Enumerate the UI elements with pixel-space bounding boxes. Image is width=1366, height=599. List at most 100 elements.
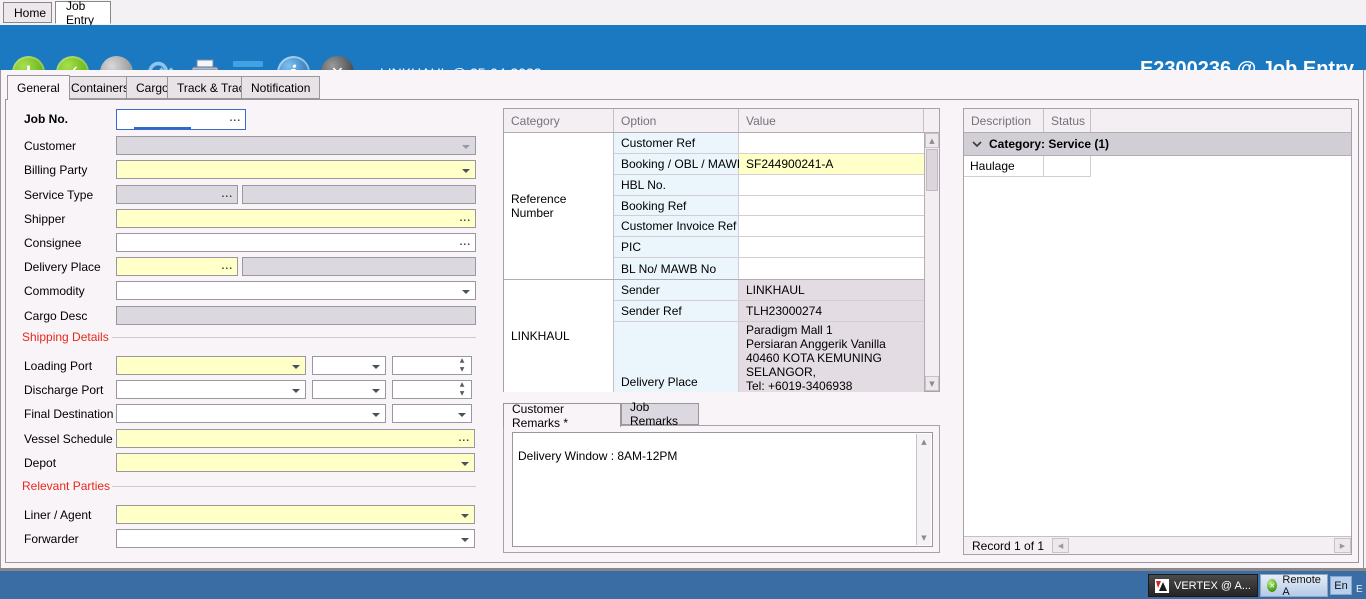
ellipsis-button[interactable]: ...	[459, 430, 470, 447]
value-cell[interactable]	[739, 133, 924, 153]
taskbar-button-remote[interactable]: ✕ Remote A	[1260, 574, 1328, 598]
tab-job-remarks[interactable]: Job Remarks	[621, 400, 699, 428]
column-header-status[interactable]: Status	[1044, 109, 1091, 132]
table-scrollbar[interactable]: ▲ ▼	[924, 133, 939, 391]
value-cell[interactable]	[739, 258, 924, 279]
category-cell: Reference Number	[504, 133, 614, 279]
service-row[interactable]: Haulage	[964, 156, 1351, 177]
toolbar: + ✓ − ⟳ i ✕ LINKHAUL @ 25-04-2023 E23002…	[0, 25, 1366, 91]
language-indicator-small[interactable]: E	[1356, 584, 1363, 595]
nav-right-icon[interactable]: ▶	[1334, 538, 1351, 553]
discharge-port-select[interactable]	[116, 380, 306, 399]
service-status-cell[interactable]	[1044, 156, 1091, 177]
value-cell[interactable]: SF244900241-A	[739, 153, 924, 174]
commodity-label: Commodity	[24, 284, 85, 298]
service-group-row[interactable]: Category: Service (1)	[964, 133, 1351, 156]
column-header-category[interactable]: Category	[504, 109, 614, 132]
billing-party-select[interactable]: DZIN FREIGHT SDN BHD	[116, 160, 476, 179]
loading-port-time-spinner[interactable]: 00:00 ▲▼	[392, 356, 472, 375]
table-group-linkhaul: LINKHAUL Sender LINKHAUL Sender Ref TLH230…	[504, 280, 924, 392]
spin-down-icon[interactable]: ▼	[460, 367, 465, 373]
chevron-down-icon	[462, 169, 470, 173]
column-header-option[interactable]: Option	[614, 109, 739, 132]
discharge-port-date-select[interactable]	[312, 380, 386, 399]
customer-remarks-textarea[interactable]: Delivery Window : 8AM-12PM ▲ ▼	[512, 432, 933, 547]
taskbar-button-vertex[interactable]: VERTEX @ A...	[1148, 574, 1258, 597]
discharge-port-time-spinner[interactable]: 00:00 ▲▼	[392, 380, 472, 399]
delivery-place-code-field[interactable]: P01069 ...	[116, 257, 238, 276]
value-cell: TLH23000274	[739, 301, 924, 321]
spin-up-icon[interactable]: ▲	[460, 382, 465, 388]
scrollbar-thumb[interactable]	[926, 149, 938, 191]
forwarder-select[interactable]	[116, 529, 475, 548]
ellipsis-button[interactable]: ...	[222, 186, 233, 203]
value-cell[interactable]	[739, 216, 924, 237]
table-group-reference-number: Reference Number Customer Ref Booking / …	[504, 133, 924, 280]
service-description-cell[interactable]: Haulage	[964, 156, 1044, 177]
billing-party-label: Billing Party	[24, 163, 88, 177]
tab-general[interactable]: General	[7, 75, 70, 100]
remote-admin-icon: ✕	[1267, 579, 1278, 592]
delivery-place-label: Delivery Place	[24, 260, 101, 274]
service-type-code-field[interactable]: ROUND TRIP (E) ...	[116, 185, 238, 204]
table-row: Customer Ref	[614, 133, 924, 154]
scroll-down-icon[interactable]: ▼	[925, 376, 939, 391]
window-tab-home[interactable]: Home	[3, 2, 52, 23]
window-tab-job-entry[interactable]: Job Entry	[55, 0, 111, 27]
ellipsis-button[interactable]: ...	[460, 234, 471, 251]
cargo-desc-field	[116, 306, 476, 325]
spin-up-icon[interactable]: ▲	[460, 358, 465, 364]
spinner-arrows: ▲ ▼	[456, 382, 468, 397]
value-cell: LINKHAUL	[739, 280, 924, 300]
window-tab-strip: Home Job Entry	[0, 0, 1366, 27]
chevron-down-icon	[461, 462, 469, 466]
loading-port-select[interactable]: WEST PORT,PORT KLANG	[116, 356, 306, 375]
liner-agent-select[interactable]: CMA CGM MALAYSIA SDN BHD - JOHOR	[116, 505, 475, 524]
language-indicator[interactable]: En	[1330, 576, 1352, 595]
scroll-up-icon[interactable]: ▲	[917, 434, 931, 449]
value-cell[interactable]	[739, 237, 924, 258]
final-destination-extra-select[interactable]	[392, 404, 472, 423]
cargo-desc-label: Cargo Desc	[24, 309, 88, 323]
commodity-select[interactable]	[116, 281, 476, 300]
chevron-down-icon	[458, 413, 466, 417]
table-row: PIC	[614, 237, 924, 259]
consignee-field[interactable]: ...	[116, 233, 476, 252]
remarks-panel: Delivery Window : 8AM-12PM ▲ ▼	[503, 425, 940, 553]
final-destination-select[interactable]: FUJAIRAH	[116, 404, 386, 423]
consignee-label: Consignee	[24, 236, 82, 250]
ellipsis-button[interactable]: ...	[460, 210, 471, 227]
depot-select[interactable]: ADTINE CONTAINER SERVICES S/B- (N/P)	[116, 453, 475, 472]
tab-customer-remarks[interactable]: Customer Remarks *	[503, 402, 621, 430]
table-row: BL No/ MAWB No	[614, 258, 924, 279]
record-navigator: Record 1 of 1 ◀ ▶	[964, 536, 1351, 554]
scroll-up-icon[interactable]: ▲	[925, 133, 939, 148]
shipper-label: Shipper	[24, 212, 66, 226]
column-header-value[interactable]: Value	[739, 109, 924, 132]
shipper-field[interactable]: JANE LIM ...	[116, 209, 476, 228]
value-cell[interactable]	[739, 195, 924, 216]
service-type-label: Service Type	[24, 188, 94, 202]
loading-port-date-select[interactable]	[312, 356, 386, 375]
table-row: Sender LINKHAUL	[614, 280, 924, 301]
spin-down-icon[interactable]: ▼	[460, 391, 465, 397]
chevron-down-icon	[292, 365, 300, 369]
table-row: Sender Ref TLH23000274	[614, 301, 924, 322]
vessel-schedule-field[interactable]: FPT861342 / AS CAROLINA / 18S / KMT ...	[116, 429, 475, 448]
collapse-icon	[972, 140, 982, 147]
ellipsis-button[interactable]: ...	[222, 258, 233, 275]
table-row: Booking / OBL / MAWB SF244900241-A	[614, 153, 924, 175]
table-row: HBL No.	[614, 174, 924, 196]
remarks-scrollbar[interactable]: ▲ ▼	[916, 434, 931, 545]
tab-notification[interactable]: Notification	[241, 76, 321, 99]
job-no-field[interactable]: E2300236 ...	[116, 109, 246, 130]
chevron-down-icon	[462, 145, 470, 149]
services-panel: Description Status Category: Service (1)…	[963, 108, 1352, 555]
depot-label: Depot	[24, 456, 57, 470]
scroll-down-icon[interactable]: ▼	[917, 530, 931, 545]
ellipsis-button[interactable]: ...	[230, 110, 241, 127]
nav-left-icon[interactable]: ◀	[1052, 538, 1070, 553]
taskbar: VERTEX @ A... ✕ Remote A En E	[0, 571, 1366, 599]
column-header-description[interactable]: Description	[964, 109, 1044, 132]
value-cell[interactable]	[739, 174, 924, 195]
